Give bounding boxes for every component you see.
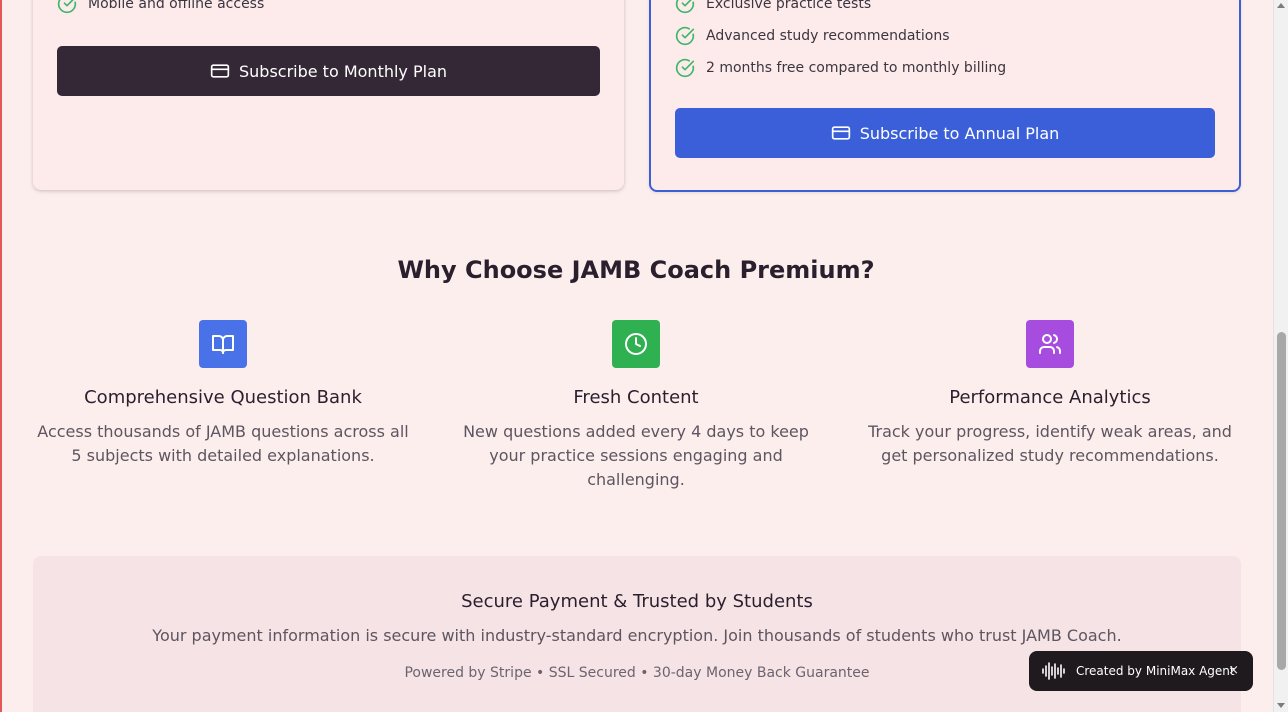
feature-label: Mobile and offline access	[88, 0, 265, 12]
feature-card-fresh-content: Fresh Content New questions added every …	[446, 320, 826, 492]
feature-description: New questions added every 4 days to keep…	[463, 422, 809, 489]
annual-plan-card: Exclusive practice tests Advanced study …	[649, 0, 1241, 192]
monthly-plan-card: Mobile and offline access Subscribe to M…	[33, 0, 624, 190]
created-by-badge[interactable]: Created by MiniMax Agent ×	[1029, 651, 1253, 691]
check-circle-icon	[675, 26, 695, 46]
credit-card-icon	[210, 64, 230, 78]
button-label: Subscribe to Annual Plan	[859, 123, 1060, 143]
feature-item: Mobile and offline access	[57, 0, 264, 14]
check-circle-icon	[675, 58, 695, 78]
feature-description: Track your progress, identify weak areas…	[868, 422, 1232, 465]
users-icon	[1026, 320, 1074, 368]
clock-icon	[612, 320, 660, 368]
subscribe-monthly-button[interactable]: Subscribe to Monthly Plan	[57, 46, 600, 96]
book-open-icon	[199, 320, 247, 368]
check-circle-icon	[675, 0, 695, 14]
badge-label: Created by MiniMax Agent	[1076, 664, 1235, 678]
subscribe-annual-button[interactable]: Subscribe to Annual Plan	[675, 108, 1215, 158]
feature-title: Fresh Content	[573, 387, 699, 408]
scrollbar-thumb[interactable]	[1277, 332, 1286, 670]
check-circle-icon	[57, 0, 77, 14]
vertical-scrollbar[interactable]	[1273, 0, 1288, 712]
scroll-up-arrow-icon[interactable]	[1277, 3, 1285, 8]
feature-description: Access thousands of JAMB questions acros…	[37, 422, 409, 465]
feature-title: Comprehensive Question Bank	[84, 387, 362, 408]
audio-wave-icon	[1042, 662, 1065, 680]
feature-item: Exclusive practice tests	[675, 0, 871, 14]
feature-item: Advanced study recommendations	[675, 26, 950, 46]
feature-item: 2 months free compared to monthly billin…	[675, 58, 1006, 78]
feature-label: Exclusive practice tests	[706, 0, 872, 12]
feature-card-analytics: Performance Analytics Track your progres…	[860, 320, 1240, 468]
feature-card-question-bank: Comprehensive Question Bank Access thous…	[33, 320, 413, 468]
credit-card-icon	[831, 126, 850, 140]
feature-label: 2 months free compared to monthly billin…	[706, 60, 1007, 76]
trust-description: Your payment information is secure with …	[152, 626, 1122, 645]
page-edge	[0, 0, 2, 712]
close-icon[interactable]: ×	[1228, 663, 1239, 678]
button-label: Subscribe to Monthly Plan	[238, 61, 448, 81]
scroll-down-arrow-icon[interactable]	[1277, 703, 1285, 708]
trust-title: Secure Payment & Trusted by Students	[461, 591, 813, 612]
section-title: Why Choose JAMB Coach Premium?	[397, 256, 875, 284]
feature-label: Advanced study recommendations	[706, 28, 950, 44]
feature-title: Performance Analytics	[949, 387, 1151, 408]
